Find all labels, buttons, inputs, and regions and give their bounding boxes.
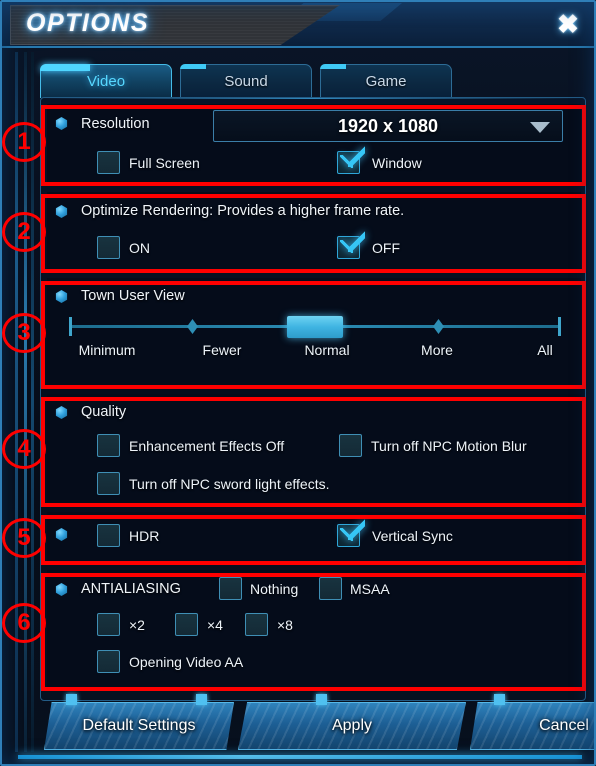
checkbox-npc-motion-blur-label: Turn off NPC Motion Blur xyxy=(371,438,527,454)
tab-sound-label: Sound xyxy=(224,73,268,90)
bullet-gem-icon xyxy=(55,406,68,419)
default-settings-button[interactable]: Default Settings xyxy=(44,702,234,750)
left-accent-bar-1 xyxy=(15,52,18,752)
quality-label: Quality xyxy=(81,404,127,420)
section-quality: Quality Enhancement Effects Off Turn off… xyxy=(47,394,581,504)
bullet-gem-icon xyxy=(55,290,68,303)
slider-label-more: More xyxy=(421,342,453,358)
options-window: OPTIONS ✖ Video Sound Game Resolution 19… xyxy=(0,0,596,766)
section-resolution: Resolution 1920 x 1080 Full Screen Windo… xyxy=(47,104,581,184)
checkbox-aa-x4-label: ×4 xyxy=(207,617,223,633)
checkbox-aa-x2[interactable] xyxy=(97,613,120,636)
slider-tick-more[interactable] xyxy=(433,319,444,334)
checkbox-npc-sword-light-effects[interactable] xyxy=(97,472,120,495)
button-notch xyxy=(196,694,207,705)
town-user-view-slider[interactable] xyxy=(69,316,561,338)
video-settings-panel: Resolution 1920 x 1080 Full Screen Windo… xyxy=(40,97,586,701)
button-notch xyxy=(316,694,327,705)
checkbox-hdr-label: HDR xyxy=(129,528,160,544)
antialiasing-label: ANTIALIASING xyxy=(81,581,181,597)
slider-label-all: All xyxy=(537,342,553,358)
left-accent-bar-3 xyxy=(31,52,34,752)
checkbox-aa-x4[interactable] xyxy=(175,613,198,636)
apply-label: Apply xyxy=(331,717,373,734)
checkbox-aa-nothing[interactable] xyxy=(219,577,242,600)
resolution-dropdown[interactable]: 1920 x 1080 xyxy=(213,110,563,142)
tab-video-label: Video xyxy=(86,73,126,90)
resolution-label: Resolution xyxy=(81,116,150,132)
checkbox-opening-video-aa-label: Opening Video AA xyxy=(129,654,244,670)
slider-label-normal: Normal xyxy=(304,342,350,358)
button-notch xyxy=(66,694,77,705)
checkbox-aa-x2-label: ×2 xyxy=(129,617,145,633)
slider-end-left xyxy=(69,317,72,336)
apply-button[interactable]: Apply xyxy=(238,702,466,750)
tab-sound[interactable]: Sound xyxy=(180,64,312,98)
checkbox-enhancement-effects-off[interactable] xyxy=(97,434,120,457)
town-user-view-label: Town User View xyxy=(81,288,185,304)
slider-tick-fewer[interactable] xyxy=(187,319,198,334)
checkbox-aa-msaa[interactable] xyxy=(319,577,342,600)
slider-handle[interactable] xyxy=(287,316,343,338)
checkbox-vertical-sync[interactable] xyxy=(337,524,360,547)
checkbox-vertical-sync-label: Vertical Sync xyxy=(372,528,453,544)
bullet-gem-icon xyxy=(55,583,68,596)
cancel-button[interactable]: Cancel xyxy=(470,702,594,750)
section-hdr-vsync: HDR Vertical Sync xyxy=(47,512,581,562)
checkbox-full-screen-label: Full Screen xyxy=(129,155,200,171)
resolution-value: 1920 x 1080 xyxy=(337,116,439,136)
bottom-glow-divider xyxy=(18,755,582,759)
checkbox-optimize-on-label: ON xyxy=(129,240,150,256)
bullet-gem-icon xyxy=(55,528,68,541)
window-title: OPTIONS xyxy=(26,9,150,37)
tab-game-label: Game xyxy=(365,73,407,90)
checkbox-opening-video-aa[interactable] xyxy=(97,650,120,673)
checkbox-aa-msaa-label: MSAA xyxy=(350,581,390,597)
checkbox-aa-x8-label: ×8 xyxy=(277,617,293,633)
section-antialiasing: ANTIALIASING Nothing MSAA ×2 ×4 ×8 Openi… xyxy=(47,570,581,688)
checkbox-optimize-off-label: OFF xyxy=(372,240,400,256)
title-bar: OPTIONS ✖ xyxy=(2,2,594,48)
chevron-down-icon[interactable] xyxy=(530,122,550,133)
checkbox-npc-sword-light-effects-label: Turn off NPC sword light effects. xyxy=(129,476,330,492)
section-optimize-rendering: Optimize Rendering: Provides a higher fr… xyxy=(47,192,581,270)
checkbox-full-screen[interactable] xyxy=(97,151,120,174)
checkbox-aa-nothing-label: Nothing xyxy=(250,581,299,597)
optimize-rendering-label: Optimize Rendering: Provides a higher fr… xyxy=(81,203,405,219)
checkbox-npc-motion-blur[interactable] xyxy=(339,434,362,457)
default-settings-label: Default Settings xyxy=(82,717,196,734)
tab-video[interactable]: Video xyxy=(40,64,172,98)
checkbox-aa-x8[interactable] xyxy=(245,613,268,636)
button-bar: Default Settings Apply Cancel xyxy=(16,694,594,754)
left-accent-bar-2 xyxy=(24,52,27,752)
close-icon[interactable]: ✖ xyxy=(552,8,584,40)
slider-label-minimum: Minimum xyxy=(78,342,136,358)
checkbox-enhancement-effects-off-label: Enhancement Effects Off xyxy=(129,438,285,454)
checkbox-optimize-off[interactable] xyxy=(337,236,360,259)
bullet-gem-icon xyxy=(55,117,68,130)
checkbox-hdr[interactable] xyxy=(97,524,120,547)
slider-label-fewer: Fewer xyxy=(202,342,242,358)
bullet-gem-icon xyxy=(55,205,68,218)
checkbox-window-label: Window xyxy=(372,155,422,171)
section-town-user-view: Town User View Minimum Fewer Normal More… xyxy=(47,278,581,386)
cancel-label: Cancel xyxy=(539,717,589,734)
tab-game[interactable]: Game xyxy=(320,64,452,98)
tab-bar: Video Sound Game xyxy=(40,64,452,98)
button-notch xyxy=(494,694,505,705)
checkbox-window[interactable] xyxy=(337,151,360,174)
slider-end-right xyxy=(558,317,561,336)
checkbox-optimize-on[interactable] xyxy=(97,236,120,259)
